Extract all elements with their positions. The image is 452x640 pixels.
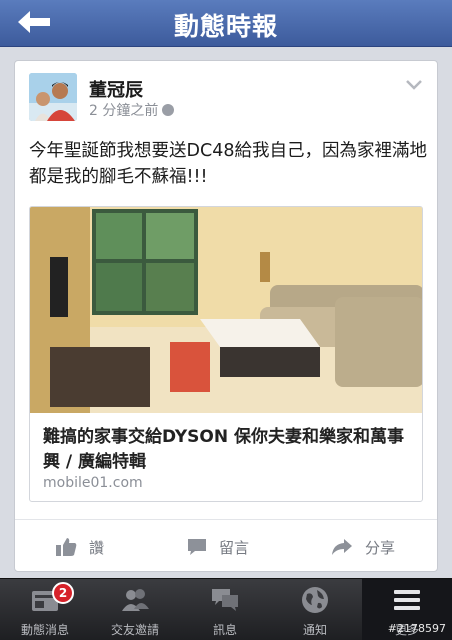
tab-label: 動態消息	[20, 623, 69, 637]
avatar[interactable]	[29, 73, 77, 121]
comment-button[interactable]: 留言	[187, 534, 249, 560]
comment-bubble-icon	[188, 539, 206, 555]
tab-messages[interactable]: 訊息	[180, 579, 270, 640]
action-divider	[15, 519, 437, 520]
like-button[interactable]: 讚	[55, 534, 104, 560]
post-time-text: 2 分鐘之前	[89, 103, 159, 119]
link-preview[interactable]: 難搞的家事交給DYSON 保你夫妻和樂家和萬事興 / 廣編特輯 mobile01…	[29, 206, 423, 502]
notification-count-badge: 2	[52, 582, 74, 604]
tab-label: 通知	[302, 623, 327, 637]
post-timestamp: 2 分鐘之前	[89, 100, 175, 120]
globe-notifications-icon	[302, 587, 328, 613]
menu-icon	[394, 590, 420, 610]
friend-requests-icon	[122, 589, 149, 611]
public-globe-icon	[162, 104, 175, 116]
chevron-down-icon[interactable]	[405, 79, 423, 91]
watermark-text: #2178597	[387, 622, 446, 635]
tab-news-feed[interactable]: 2 動態消息	[0, 579, 90, 640]
page-title: 動態時報	[173, 12, 278, 41]
link-domain: mobile01.com	[43, 475, 143, 491]
bottom-tab-bar: 2 動態消息 交友邀請 訊息 通知 更多	[0, 578, 452, 640]
tab-label: 交友邀請	[110, 623, 159, 637]
share-arrow-icon	[332, 539, 352, 555]
tab-notifications[interactable]: 通知	[270, 579, 360, 640]
share-label: 分享	[365, 538, 396, 557]
top-navigation-bar: 動態時報	[0, 0, 452, 47]
link-preview-image	[30, 207, 422, 413]
thumbs-up-icon	[56, 538, 77, 556]
link-title: 難搞的家事交給DYSON 保你夫妻和樂家和萬事興 / 廣編特輯	[43, 427, 405, 472]
tab-label: 訊息	[212, 623, 237, 637]
post-author-name[interactable]: 董冠辰	[89, 76, 143, 102]
tab-friend-requests[interactable]: 交友邀請	[90, 579, 180, 640]
share-button[interactable]: 分享	[331, 534, 395, 560]
messages-icon	[212, 589, 238, 611]
comment-label: 留言	[219, 538, 250, 557]
post-message: 今年聖誕節我想要送DC48給我自己，因為家裡滿地都是我的腳毛不蘇福!!!	[29, 141, 427, 187]
like-label: 讚	[89, 538, 105, 557]
post-card: 董冠辰 2 分鐘之前 今年聖誕節我想要送DC48給我自己，因為家裡滿地都是我的腳…	[14, 60, 438, 572]
